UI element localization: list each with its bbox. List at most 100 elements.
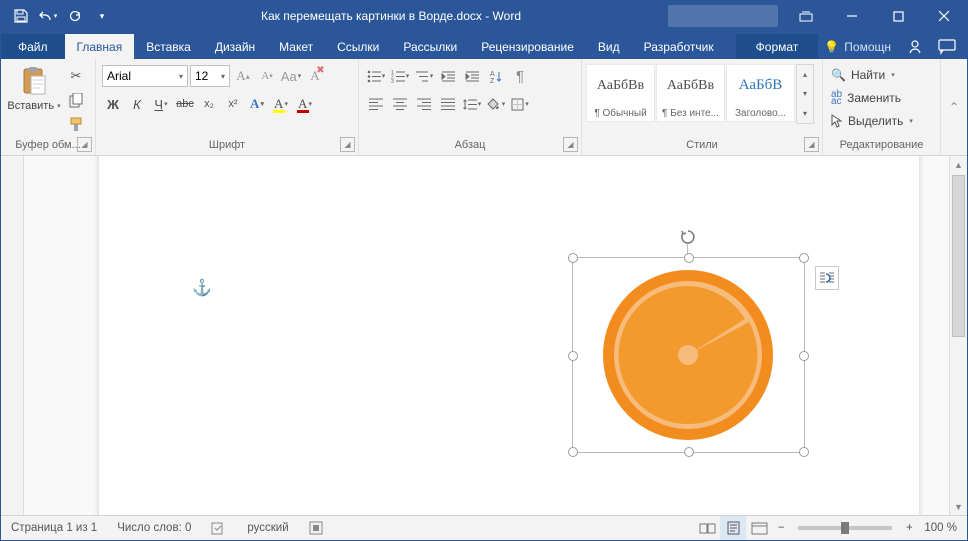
handle-br[interactable] <box>799 447 809 457</box>
multilevel-icon[interactable]: ▾ <box>413 65 435 87</box>
handle-tr[interactable] <box>799 253 809 263</box>
view-web-icon[interactable] <box>746 516 772 540</box>
font-size-combo[interactable]: 12▾ <box>190 65 230 87</box>
styles-more[interactable]: ▴▾▾ <box>796 64 814 124</box>
paste-button[interactable]: Вставить▾ <box>7 63 61 112</box>
account-button[interactable] <box>668 5 778 27</box>
paragraph-launcher[interactable]: ◢ <box>563 137 578 152</box>
zoom-slider[interactable] <box>798 526 892 530</box>
scroll-up-icon[interactable]: ▲ <box>950 156 967 173</box>
status-proofing-icon[interactable] <box>201 516 237 540</box>
handle-tl[interactable] <box>568 253 578 263</box>
handle-t[interactable] <box>684 253 694 263</box>
justify-icon[interactable] <box>437 93 459 115</box>
tab-home[interactable]: Главная <box>65 34 135 59</box>
find-button[interactable]: 🔍Найти▾ <box>829 64 897 86</box>
font-color-button[interactable]: A▾ <box>294 93 316 115</box>
zoom-level[interactable]: 100 % <box>918 522 967 534</box>
tab-insert[interactable]: Вставка <box>134 34 203 59</box>
line-spacing-icon[interactable]: ▾ <box>461 93 483 115</box>
borders-icon[interactable]: ▾ <box>509 93 531 115</box>
rotate-handle-icon[interactable] <box>679 228 695 244</box>
maximize-icon[interactable] <box>875 1 921 31</box>
zoom-thumb[interactable] <box>841 522 849 534</box>
anchor-icon[interactable]: ⚓ <box>192 278 212 298</box>
status-page[interactable]: Страница 1 из 1 <box>1 516 107 540</box>
style-normal[interactable]: АаБбВв¶ Обычный <box>586 64 655 122</box>
shrink-font-icon[interactable]: A▾ <box>256 65 278 87</box>
tab-references[interactable]: Ссылки <box>325 34 391 59</box>
change-case-icon[interactable]: Aa▾ <box>280 65 302 87</box>
save-icon[interactable] <box>9 4 33 28</box>
tab-review[interactable]: Рецензирование <box>469 34 586 59</box>
italic-button[interactable]: К <box>126 93 148 115</box>
font-name-combo[interactable]: Arial▾ <box>102 65 188 87</box>
minimize-icon[interactable] <box>829 1 875 31</box>
vertical-scrollbar[interactable]: ▲ ▼ <box>949 156 967 515</box>
scroll-thumb[interactable] <box>952 175 965 337</box>
status-language[interactable]: русский <box>237 516 298 540</box>
shading-icon[interactable]: ▾ <box>485 93 507 115</box>
replace-button[interactable]: abacЗаменить <box>829 87 903 109</box>
pilcrow-icon[interactable]: ¶ <box>509 65 531 87</box>
tab-view[interactable]: Вид <box>586 34 632 59</box>
cut-icon[interactable]: ✂ <box>65 65 87 87</box>
undo-icon[interactable]: ▾ <box>36 4 60 28</box>
tab-file[interactable]: Файл <box>1 34 65 59</box>
handle-b[interactable] <box>684 447 694 457</box>
layout-options-icon[interactable] <box>815 266 839 290</box>
handle-l[interactable] <box>568 351 578 361</box>
align-left-icon[interactable] <box>365 93 387 115</box>
style-no-spacing[interactable]: АаБбВв¶ Без инте... <box>656 64 725 122</box>
tab-mailings[interactable]: Рассылки <box>391 34 469 59</box>
bold-button[interactable]: Ж <box>102 93 124 115</box>
increase-indent-icon[interactable] <box>461 65 483 87</box>
copy-icon[interactable] <box>65 89 87 111</box>
vertical-ruler[interactable] <box>1 156 24 515</box>
close-icon[interactable] <box>921 1 967 31</box>
strike-button[interactable]: abc <box>174 93 196 115</box>
underline-button[interactable]: Ч▾ <box>150 93 172 115</box>
status-macro-icon[interactable] <box>299 516 333 540</box>
tab-format[interactable]: Формат <box>736 34 819 59</box>
tab-layout[interactable]: Макет <box>267 34 325 59</box>
subscript-button[interactable]: x₂ <box>198 93 220 115</box>
collapse-ribbon-icon[interactable]: ⌃ <box>940 59 967 155</box>
grow-font-icon[interactable]: A▴ <box>232 65 254 87</box>
document-area[interactable]: ⚓ <box>24 156 949 515</box>
zoom-out-button[interactable]: − <box>772 522 790 534</box>
handle-bl[interactable] <box>568 447 578 457</box>
scroll-down-icon[interactable]: ▼ <box>950 498 967 515</box>
clear-format-icon[interactable]: A✖ <box>304 65 326 87</box>
highlight-button[interactable]: A▾ <box>270 93 292 115</box>
picture-selection[interactable] <box>572 257 805 453</box>
ribbon-options-icon[interactable] <box>783 1 829 31</box>
text-effects-icon[interactable]: A▾ <box>246 93 268 115</box>
numbering-icon[interactable]: 123▾ <box>389 65 411 87</box>
handle-r[interactable] <box>799 351 809 361</box>
share-icon[interactable] <box>901 35 929 59</box>
sort-icon[interactable]: AZ <box>485 65 507 87</box>
page[interactable]: ⚓ <box>99 156 919 515</box>
styles-launcher[interactable]: ◢ <box>804 137 819 152</box>
zoom-in-button[interactable]: + <box>900 522 918 534</box>
font-launcher[interactable]: ◢ <box>340 137 355 152</box>
tab-design[interactable]: Дизайн <box>203 34 267 59</box>
align-right-icon[interactable] <box>413 93 435 115</box>
view-read-icon[interactable] <box>694 516 720 540</box>
status-words[interactable]: Число слов: 0 <box>107 516 201 540</box>
tell-me-button[interactable]: 💡 Помощн <box>818 36 897 58</box>
redo-icon[interactable] <box>63 4 87 28</box>
align-center-icon[interactable] <box>389 93 411 115</box>
comments-icon[interactable] <box>933 35 961 59</box>
superscript-button[interactable]: x² <box>222 93 244 115</box>
select-button[interactable]: Выделить▾ <box>829 110 915 132</box>
bullets-icon[interactable]: ▾ <box>365 65 387 87</box>
qat-customize-icon[interactable]: ▾ <box>90 4 114 28</box>
view-print-icon[interactable] <box>720 516 746 540</box>
tab-developer[interactable]: Разработчик <box>632 34 726 59</box>
clipboard-launcher[interactable]: ◢ <box>77 137 92 152</box>
decrease-indent-icon[interactable] <box>437 65 459 87</box>
format-painter-icon[interactable] <box>65 113 87 135</box>
style-heading[interactable]: АаБбВЗаголово... <box>726 64 795 122</box>
